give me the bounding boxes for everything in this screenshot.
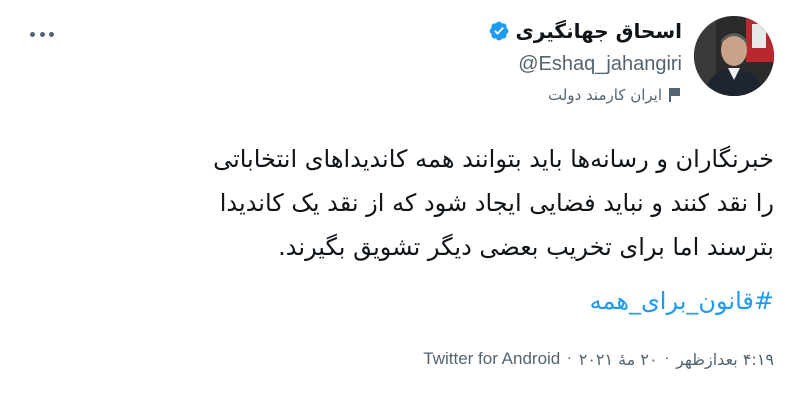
more-dot [39, 31, 45, 37]
meta-separator: · [567, 351, 572, 367]
tweet-text-line: را نقد کنند و نباید فضایی ایجاد شود که ا… [219, 189, 774, 217]
name-row: اسحاق جهانگیری [488, 16, 683, 46]
tweet-text-line: بترسند اما برای تخریب بعضی دیگر تشویق بگ… [278, 233, 774, 261]
tweet-body: خبرنگاران و رسانه‌ها باید بتوانند همه کا… [14, 137, 774, 269]
tweet-card: اسحاق جهانگیری @Eshaq_jahangiri ایران کا… [0, 0, 800, 411]
hashtag-link[interactable]: #قانون_برای_همه [590, 281, 774, 321]
tweet-meta: ۴:۱۹ بعدازظهر · ۲۰ مهٔ ۲۰۲۱ · Twitter fo… [423, 346, 774, 372]
user-info: اسحاق جهانگیری @Eshaq_jahangiri ایران کا… [488, 16, 683, 107]
more-dot [49, 31, 54, 37]
tweet-text-line: خبرنگاران و رسانه‌ها باید بتوانند همه کا… [213, 145, 774, 173]
tweet-time[interactable]: ۴:۱۹ بعدازظهر [676, 350, 774, 369]
affiliation-label: ایران کارمند دولت [548, 86, 662, 104]
more-options-button[interactable] [26, 24, 58, 44]
avatar-image [694, 16, 774, 96]
tweet-source[interactable]: Twitter for Android [423, 349, 560, 369]
affiliation-row: ایران کارمند دولت [488, 83, 683, 107]
tweet-date[interactable]: ۲۰ مهٔ ۲۰۲۱ [579, 350, 658, 369]
meta-separator: · [664, 351, 670, 367]
verified-badge-icon [489, 21, 508, 41]
flag-icon [669, 88, 680, 102]
more-dot [30, 31, 35, 37]
avatar[interactable] [694, 16, 774, 96]
user-handle[interactable]: @Eshaq_jahangiri [488, 51, 682, 77]
display-name[interactable]: اسحاق جهانگیری [516, 19, 683, 43]
